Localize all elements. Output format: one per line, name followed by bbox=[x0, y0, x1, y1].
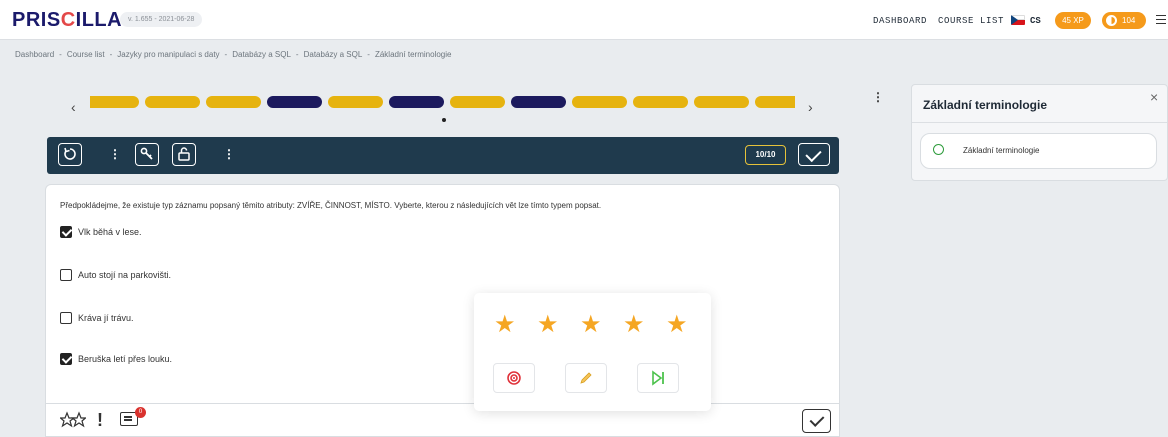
breadcrumb: Dashboard - Course list - Jazyky pro manipul… bbox=[15, 50, 451, 59]
language-label[interactable]: CS bbox=[1030, 16, 1041, 26]
task-pill-done[interactable] bbox=[450, 96, 505, 108]
task-pill-done[interactable] bbox=[90, 96, 139, 108]
task-pill-done[interactable] bbox=[694, 96, 749, 108]
rating-star-icon[interactable]: ★ bbox=[537, 313, 559, 337]
lesson-item-label: Základní terminologie bbox=[963, 146, 1040, 155]
coin-count: 104 bbox=[1122, 16, 1136, 25]
hamburger-menu-icon[interactable] bbox=[1156, 15, 1166, 24]
version-badge: v. 1.655 - 2021-06-28 bbox=[120, 12, 203, 27]
task-pill-done[interactable] bbox=[755, 96, 795, 108]
answer-option-label: Vlk běhá v lese. bbox=[78, 227, 142, 237]
task-pill-done[interactable] bbox=[145, 96, 200, 108]
task-pill-current[interactable] bbox=[511, 96, 566, 108]
toolbar-more-icon[interactable]: ⋮ bbox=[223, 147, 235, 161]
top-bar: PRISCILLA v. 1.655 - 2021-06-28 DASHBOAR… bbox=[0, 0, 1168, 40]
report-issue-icon[interactable]: ! bbox=[97, 410, 103, 431]
czech-flag-icon[interactable] bbox=[1011, 15, 1025, 25]
comment-count-badge: 0 bbox=[135, 407, 146, 418]
answer-option-label: Kráva jí trávu. bbox=[78, 313, 134, 323]
unlock-icon[interactable] bbox=[172, 143, 196, 166]
card-footer: ! 0 bbox=[46, 403, 839, 437]
breadcrumb-separator: - bbox=[224, 50, 228, 59]
checkbox-unchecked[interactable] bbox=[60, 312, 72, 324]
reset-icon[interactable] bbox=[58, 143, 82, 166]
lesson-item[interactable]: Základní terminologie bbox=[920, 133, 1157, 169]
rating-star-icon[interactable]: ★ bbox=[623, 313, 645, 337]
task-pill-done[interactable] bbox=[206, 96, 261, 108]
logo[interactable]: PRISCILLA bbox=[12, 9, 122, 32]
nav-course-list[interactable]: COURSE LIST bbox=[938, 16, 1004, 26]
prev-task-arrow[interactable]: ‹ bbox=[71, 99, 76, 115]
toolbar-menu-icon[interactable]: ⋮ bbox=[109, 147, 121, 161]
breadcrumb-item[interactable]: Základní terminologie bbox=[375, 50, 451, 59]
task-pill-done[interactable] bbox=[633, 96, 688, 108]
close-icon[interactable]: × bbox=[1150, 89, 1158, 105]
status-circle-icon bbox=[933, 144, 944, 155]
check-answer-button[interactable] bbox=[802, 409, 831, 433]
breadcrumb-separator: - bbox=[109, 50, 113, 59]
skip-next-icon[interactable] bbox=[637, 363, 679, 393]
retry-target-icon[interactable] bbox=[493, 363, 535, 393]
answer-option-label: Beruška letí přes louku. bbox=[78, 354, 173, 364]
rate-stars-icon[interactable] bbox=[58, 410, 88, 430]
pencil-icon[interactable] bbox=[565, 363, 607, 393]
task-progress-bar bbox=[90, 96, 795, 108]
task-pill-current[interactable] bbox=[389, 96, 444, 108]
breadcrumb-item[interactable]: Databázy a SQL bbox=[232, 50, 291, 59]
rating-star-icon[interactable]: ★ bbox=[580, 313, 602, 337]
coin-icon bbox=[1106, 15, 1117, 26]
submit-button[interactable] bbox=[798, 143, 830, 166]
task-pill-done[interactable] bbox=[572, 96, 627, 108]
coin-badge[interactable]: 104 bbox=[1102, 12, 1146, 29]
lesson-panel: Základní terminologie × Základní termino… bbox=[911, 84, 1168, 181]
breadcrumb-separator: - bbox=[367, 50, 370, 59]
nav-dashboard[interactable]: DASHBOARD bbox=[873, 16, 927, 26]
breadcrumb-item[interactable]: Course list bbox=[67, 50, 105, 59]
panel-divider bbox=[912, 122, 1167, 123]
next-task-arrow[interactable]: › bbox=[808, 99, 813, 115]
question-text: Předpokládejme, že existuje typ záznamu … bbox=[60, 201, 602, 210]
checkbox-unchecked[interactable] bbox=[60, 269, 72, 281]
task-toolbar: ⋮ ⋮ 10/10 bbox=[47, 137, 839, 174]
task-counter: 10/10 bbox=[745, 145, 786, 165]
breadcrumb-item[interactable]: Databázy a SQL bbox=[304, 50, 363, 59]
task-pill-done[interactable] bbox=[328, 96, 383, 108]
rating-star-icon[interactable]: ★ bbox=[666, 313, 688, 337]
breadcrumb-separator: - bbox=[295, 50, 299, 59]
rating-popup: ★ ★ ★ ★ ★ bbox=[474, 293, 711, 411]
checkbox-checked[interactable] bbox=[60, 353, 72, 365]
rating-star-icon[interactable]: ★ bbox=[494, 313, 516, 337]
panel-title: Základní terminologie bbox=[923, 98, 1048, 112]
answer-option-label: Auto stojí na parkovišti. bbox=[78, 270, 172, 280]
task-pill-current[interactable] bbox=[267, 96, 322, 108]
key-icon[interactable] bbox=[135, 143, 159, 166]
xp-badge[interactable]: 45 XP bbox=[1055, 12, 1091, 29]
current-task-indicator bbox=[442, 118, 446, 122]
checkbox-checked[interactable] bbox=[60, 226, 72, 238]
more-options-icon[interactable]: ⋮ bbox=[872, 90, 884, 104]
question-card: Předpokládejme, že existuje typ záznamu … bbox=[45, 184, 840, 437]
breadcrumb-separator: - bbox=[59, 50, 62, 59]
breadcrumb-item[interactable]: Dashboard bbox=[15, 50, 54, 59]
breadcrumb-item[interactable]: Jazyky pro manipulaci s daty bbox=[117, 50, 219, 59]
